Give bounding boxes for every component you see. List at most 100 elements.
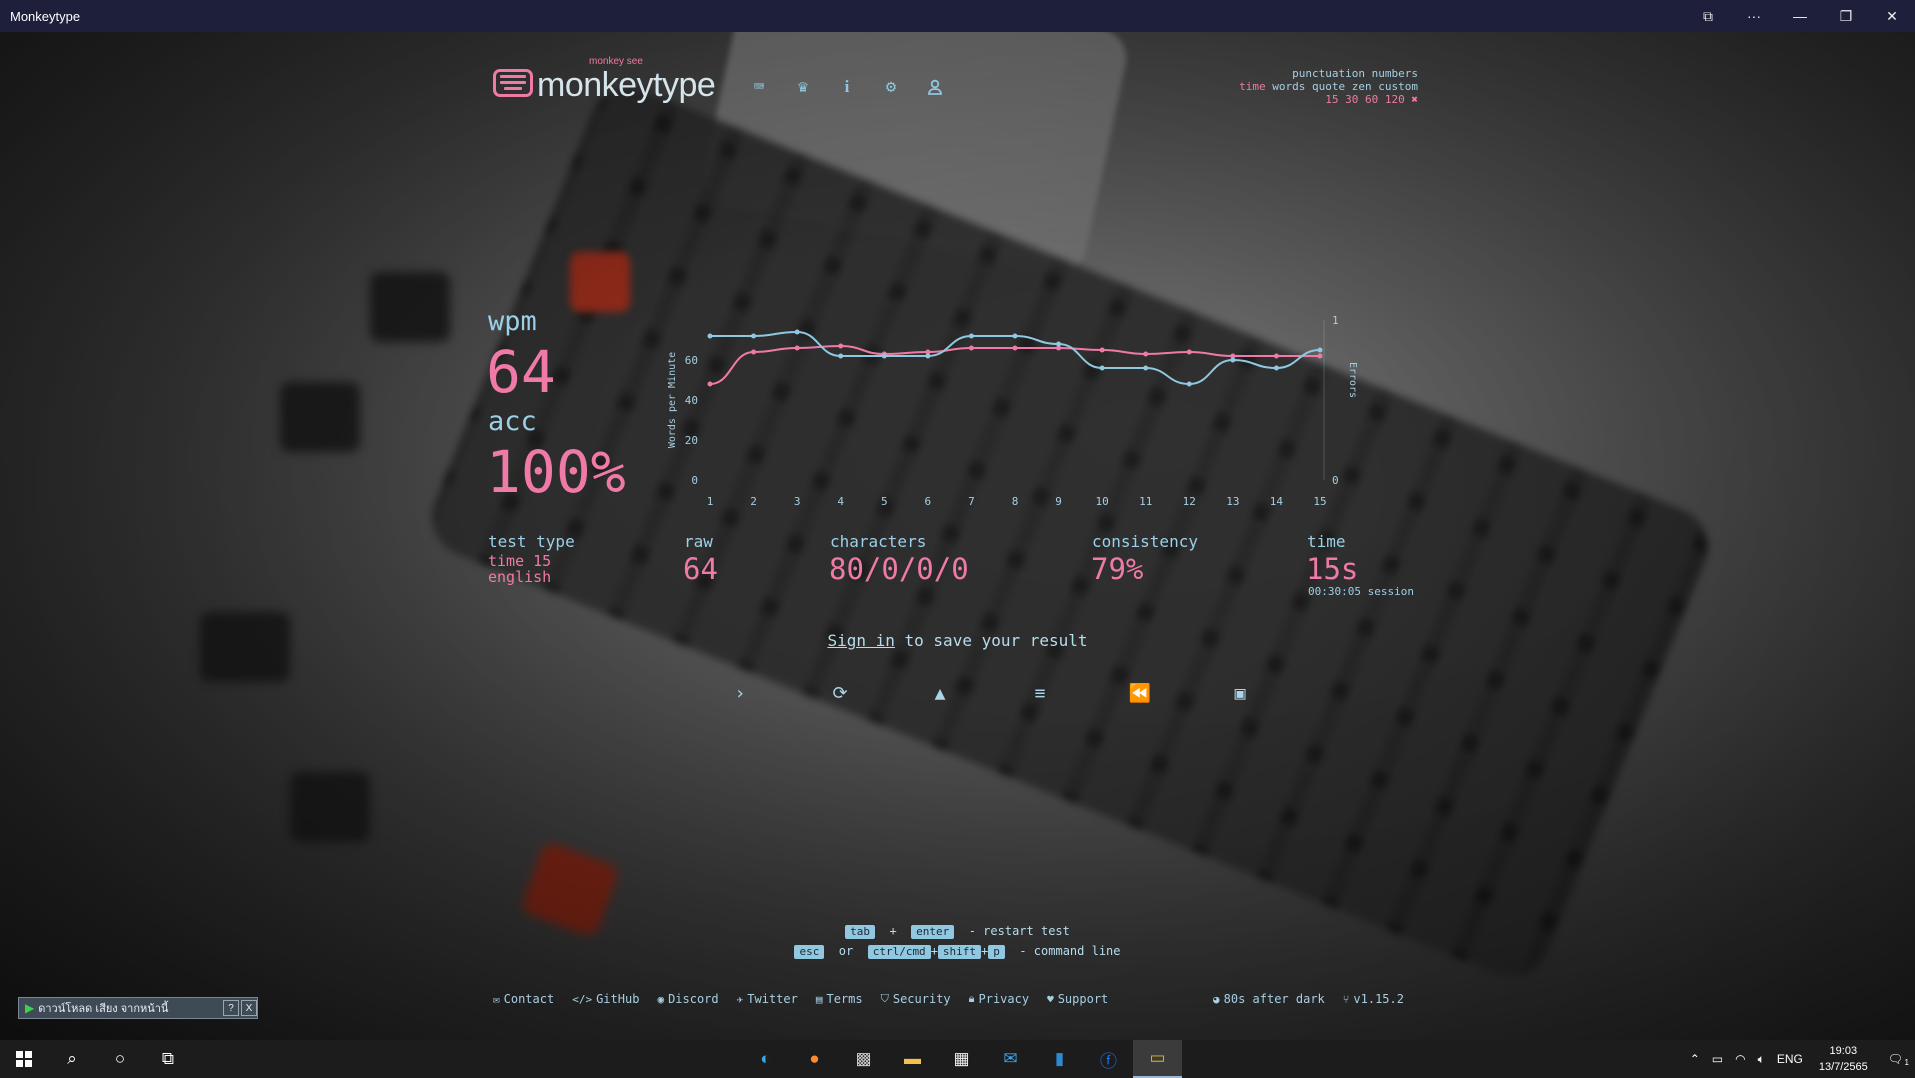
file-explorer-icon[interactable]: ▬ <box>888 1040 937 1078</box>
battery-icon[interactable]: ▭ <box>1712 1052 1723 1066</box>
duration-options[interactable]: 15 30 60 120 <box>1325 93 1404 106</box>
more-options-icon[interactable]: ··· <box>1731 0 1777 32</box>
series-point-2 <box>881 353 887 359</box>
test-type-label: test type <box>488 532 575 551</box>
game-controller-icon[interactable]: ▩ <box>839 1040 888 1078</box>
lock-icon: 🔒︎ <box>968 992 975 1005</box>
x-tick-label: 15 <box>1313 495 1326 508</box>
edge-icon[interactable]: ◐ <box>741 1040 790 1078</box>
sign-in-link[interactable]: Sign in <box>827 631 894 650</box>
window-titlebar: Monkeytype ⧉ ··· — ❐ ✕ <box>0 0 1915 32</box>
config-toggles[interactable]: punctuation numbers <box>1239 67 1418 80</box>
time-value: 15s <box>1306 552 1359 586</box>
logo[interactable]: monkey see monkeytype <box>493 56 716 105</box>
test-type-line1: time 15 <box>488 552 552 570</box>
start-button[interactable] <box>0 1040 48 1078</box>
firefox-icon[interactable]: ● <box>790 1040 839 1078</box>
monkeytype-app-icon[interactable]: ▭ <box>1133 1040 1182 1078</box>
series-point-2 <box>1273 365 1279 371</box>
footer-discord[interactable]: ◉ Discord <box>657 992 718 1006</box>
warning-icon[interactable]: ▲ <box>890 680 990 706</box>
mode-time[interactable]: time <box>1239 80 1266 93</box>
minimize-button[interactable]: — <box>1777 0 1823 32</box>
restart-icon[interactable]: ⟳ <box>790 680 890 706</box>
close-button[interactable]: ✕ <box>1869 0 1915 32</box>
volume-icon[interactable]: 🔈︎ <box>1758 1052 1765 1067</box>
notepad-app-icon[interactable]: ▮ <box>1035 1040 1084 1078</box>
twitter-icon: ✈ <box>736 992 744 1006</box>
download-audio-label[interactable]: ดาวน์โหลด เสียง จากหน้านี้ <box>38 999 221 1017</box>
x-tick-label: 5 <box>881 495 888 508</box>
y-tick-label: 20 <box>685 434 698 447</box>
key-p: p <box>988 945 1005 959</box>
help-button[interactable]: ? <box>223 1000 239 1016</box>
mail-icon[interactable]: ✉ <box>986 1040 1035 1078</box>
result-actions: › ⟳ ▲ ≡ ⏪ ▣ <box>690 680 1290 706</box>
consistency-value: 79% <box>1091 552 1144 586</box>
series-point-2 <box>751 333 757 339</box>
keyboard-icon[interactable]: ⌨ <box>748 76 770 98</box>
gear-icon[interactable]: ⚙ <box>880 76 902 98</box>
x-tick-label: 14 <box>1270 495 1284 508</box>
restart-hint: tab + enter - restart test <box>0 924 1915 939</box>
close-widget-button[interactable]: X <box>241 1000 257 1016</box>
x-tick-label: 2 <box>750 495 757 508</box>
system-tray: ⌃ ▭ ◠ 🔈︎ ENG 19:03 13/7/2565 🗨︎ 1 <box>1684 1040 1915 1078</box>
background-image <box>0 32 1915 1040</box>
notifications-icon[interactable]: 🗨︎ 1 <box>1888 1052 1909 1067</box>
raw-label: raw <box>684 532 713 551</box>
mode-others[interactable]: words quote zen custom <box>1272 80 1418 93</box>
series-point-2 <box>794 329 800 335</box>
key-shift: shift <box>937 945 982 959</box>
x-tick-label: 4 <box>837 495 844 508</box>
footer-twitter[interactable]: ✈ Twitter <box>737 992 798 1006</box>
footer-support[interactable]: ♥ Support <box>1047 992 1108 1006</box>
series-point-1 <box>968 345 974 351</box>
series-point-1 <box>1099 347 1105 353</box>
key-enter: enter <box>911 925 955 939</box>
wifi-icon[interactable]: ◠ <box>1735 1052 1745 1066</box>
consistency-label: consistency <box>1092 532 1198 551</box>
maximize-button[interactable]: ❐ <box>1823 0 1869 32</box>
footer-security[interactable]: ⛉ Security <box>881 992 951 1006</box>
task-view-icon[interactable]: ⧉ <box>144 1040 192 1078</box>
replay-icon[interactable]: ⏪ <box>1090 680 1190 706</box>
series-point-2 <box>1012 333 1018 339</box>
key-esc: esc <box>794 945 825 959</box>
series-point-1 <box>1186 349 1192 355</box>
facebook-icon[interactable]: ⓕ <box>1084 1040 1133 1078</box>
clock[interactable]: 19:03 13/7/2565 <box>1819 1043 1868 1075</box>
wpm-label: wpm <box>488 306 537 337</box>
series-point-2 <box>925 353 931 359</box>
raw-value: 64 <box>683 552 718 586</box>
next-test-icon[interactable]: › <box>690 680 790 706</box>
words-history-icon[interactable]: ≡ <box>990 680 1090 706</box>
info-icon[interactable]: i <box>836 76 858 98</box>
footer-privacy[interactable]: 🔒︎ Privacy <box>969 992 1029 1006</box>
series-line-1 <box>709 344 1320 385</box>
x-tick-label: 8 <box>1012 495 1019 508</box>
command-line-hint: esc or ctrl/cmd + shift + p - command line <box>0 944 1915 959</box>
series-point-1 <box>794 345 800 351</box>
footer-contact[interactable]: ✉ Contact <box>493 992 554 1006</box>
tools-icon[interactable]: ✖ <box>1411 93 1418 106</box>
chevron-up-icon[interactable]: ⌃ <box>1690 1052 1700 1066</box>
download-audio-widget[interactable]: ▶ ดาวน์โหลด เสียง จากหน้านี้ ? X <box>18 997 258 1019</box>
cortana-icon[interactable]: ○ <box>96 1040 144 1078</box>
screenshot-icon[interactable]: ▣ <box>1190 680 1290 706</box>
search-icon[interactable]: ⌕ <box>48 1040 96 1078</box>
config-durations: 15 30 60 120 ✖ <box>1239 93 1418 106</box>
user-icon[interactable] <box>924 76 946 98</box>
cast-icon[interactable]: ⧉ <box>1685 0 1731 32</box>
version-button[interactable]: ⑂ v1.15.2 <box>1343 992 1404 1006</box>
y2-tick-label: 1 <box>1332 314 1339 327</box>
y-tick-label: 0 <box>691 474 698 487</box>
footer-github[interactable]: </> GitHub <box>572 992 639 1006</box>
footer-terms[interactable]: ▤ Terms <box>816 992 863 1006</box>
theme-button[interactable]: ◕ 80s after dark <box>1213 992 1325 1006</box>
language-indicator[interactable]: ENG <box>1777 1052 1803 1066</box>
logo-tagline: monkey see <box>589 56 643 67</box>
config-modes: time words quote zen custom <box>1239 80 1418 93</box>
store-icon[interactable]: ▦ <box>937 1040 986 1078</box>
crown-icon[interactable]: ♛ <box>792 76 814 98</box>
